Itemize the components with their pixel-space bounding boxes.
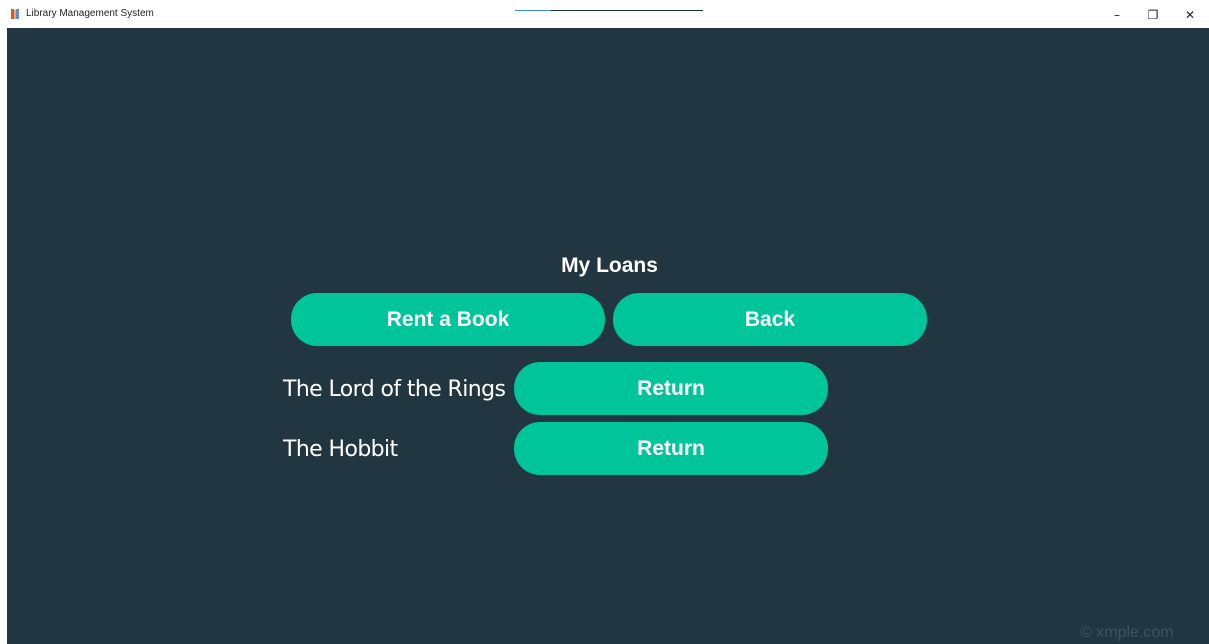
back-button[interactable]: Back — [613, 293, 927, 346]
maximize-button[interactable]: ❐ — [1138, 6, 1168, 24]
loan-title: The Lord of the Rings — [283, 377, 506, 402]
minimize-button[interactable]: – — [1102, 6, 1132, 24]
close-button[interactable]: ✕ — [1175, 6, 1205, 24]
window-title: Library Management System — [26, 8, 154, 19]
watermark: © xmple.com — [1080, 624, 1174, 641]
book-stack-icon — [11, 9, 19, 19]
page-title: My Loans — [561, 254, 658, 277]
loan-title: The Hobbit — [283, 437, 398, 462]
rent-book-button[interactable]: Rent a Book — [291, 293, 605, 346]
return-button[interactable]: Return — [514, 362, 828, 415]
return-button[interactable]: Return — [514, 422, 828, 475]
title-bar-accent — [515, 10, 551, 11]
title-bar: Library Management System – ❐ ✕ — [0, 0, 1209, 28]
main-panel — [7, 28, 1209, 644]
